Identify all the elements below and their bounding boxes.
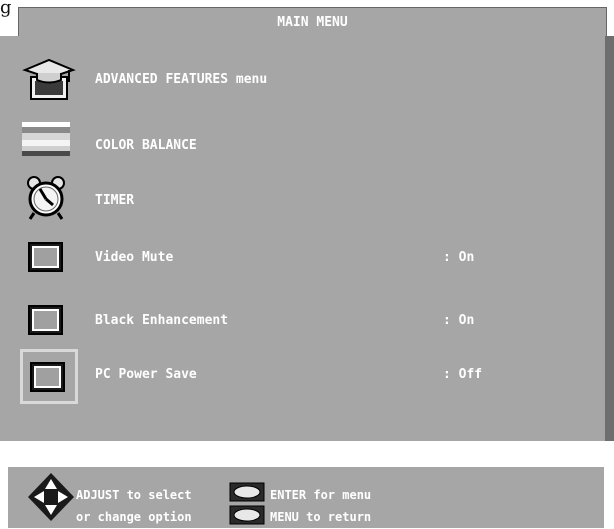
menu-item-label: ADVANCED FEATURES menu bbox=[95, 71, 268, 87]
menu-title: MAIN MENU bbox=[277, 14, 348, 30]
menu-button-icon bbox=[229, 505, 265, 525]
corner-glyph: g bbox=[0, 0, 12, 18]
menu-item-value: : On bbox=[443, 249, 475, 265]
menu-item-label: PC Power Save bbox=[95, 366, 197, 382]
menu-panel: ADVANCED FEATURES menu COLOR BALANCE TIM… bbox=[0, 36, 605, 441]
menu-item-value: : On bbox=[443, 312, 475, 328]
toggle-box-icon bbox=[22, 295, 78, 345]
graduation-cap-icon bbox=[22, 54, 78, 104]
menu-item-pc-power-save[interactable]: PC Power Save : Off bbox=[0, 349, 605, 399]
help-enter: ENTER for menu bbox=[270, 488, 372, 502]
menu-item-label: COLOR BALANCE bbox=[95, 137, 197, 153]
toggle-box-icon bbox=[22, 232, 78, 282]
menu-item-label: TIMER bbox=[95, 192, 135, 208]
menu-item-advanced-features[interactable]: ADVANCED FEATURES menu bbox=[0, 54, 605, 104]
menu-item-label: Video Mute bbox=[95, 249, 174, 265]
menu-title-bar: MAIN MENU bbox=[18, 7, 607, 37]
menu-item-timer[interactable]: TIMER bbox=[0, 175, 605, 225]
enter-button-icon bbox=[229, 482, 265, 502]
menu-item-color-balance[interactable]: COLOR BALANCE bbox=[0, 120, 605, 170]
selection-highlight bbox=[20, 349, 78, 404]
menu-item-video-mute[interactable]: Video Mute : On bbox=[0, 232, 605, 282]
menu-item-label: Black Enhancement bbox=[95, 312, 229, 328]
help-adjust-line2: or change option bbox=[76, 510, 192, 524]
help-footer: ADJUST to select or change option ENTER … bbox=[8, 467, 604, 528]
help-adjust-line1: ADJUST to select bbox=[76, 488, 192, 502]
alarm-clock-icon bbox=[22, 175, 78, 225]
menu-item-black-enhancement[interactable]: Black Enhancement : On bbox=[0, 295, 605, 345]
dpad-icon bbox=[26, 471, 76, 523]
color-bars-icon bbox=[22, 120, 78, 170]
menu-item-value: : Off bbox=[443, 366, 483, 382]
help-menu: MENU to return bbox=[270, 510, 372, 524]
